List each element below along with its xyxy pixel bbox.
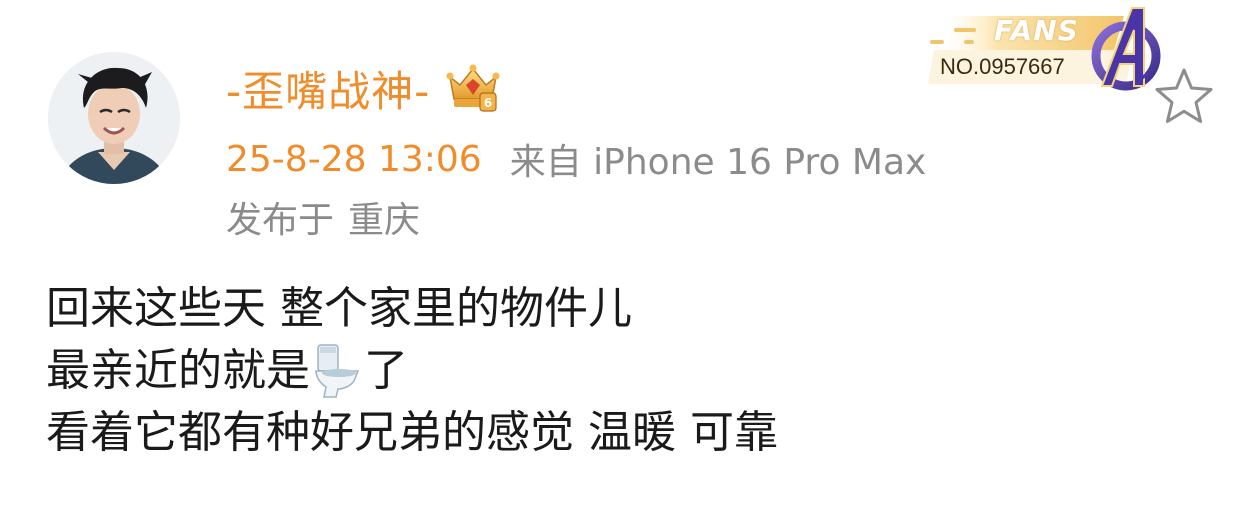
svg-text:6: 6 bbox=[484, 96, 492, 110]
fans-number: NO.0957667 bbox=[940, 54, 1065, 79]
content-line-2-suffix: 了 bbox=[364, 345, 408, 396]
weibo-post: -歪嘴战神- 6 25-8-28 13:06 来自 iPhone 16 Pro … bbox=[0, 0, 1260, 513]
content-line-2: 最亲近的就是 了 bbox=[46, 340, 778, 402]
fans-title: FANS bbox=[994, 14, 1079, 47]
avatar-image bbox=[48, 52, 180, 184]
avatar[interactable] bbox=[48, 52, 180, 184]
post-meta: 25-8-28 13:06 来自 iPhone 16 Pro Max bbox=[226, 134, 926, 184]
toilet-emoji-icon bbox=[315, 344, 360, 398]
content-line-3: 看着它都有种好兄弟的感觉 温暖 可靠 bbox=[46, 407, 778, 458]
vip-crown-icon[interactable]: 6 bbox=[444, 63, 502, 113]
post-content: 回来这些天 整个家里的物件儿 最亲近的就是 了 看着它都有种好兄弟的感觉 温暖 … bbox=[46, 278, 778, 464]
post-source: 来自 iPhone 16 Pro Max bbox=[509, 142, 927, 183]
star-outline-icon[interactable] bbox=[1152, 66, 1216, 126]
fans-badge[interactable]: FANS NO.0957667 bbox=[924, 4, 1174, 96]
post-timestamp[interactable]: 25-8-28 13:06 bbox=[226, 139, 482, 180]
username[interactable]: -歪嘴战神- bbox=[226, 58, 430, 119]
location-value[interactable]: 重庆 bbox=[348, 191, 420, 243]
content-line-2-text: 最亲近的就是 bbox=[46, 345, 310, 396]
location-label: 发布于 bbox=[226, 200, 335, 241]
username-row: -歪嘴战神- 6 bbox=[226, 58, 502, 118]
post-location: 发布于 重庆 bbox=[226, 192, 420, 242]
content-line-1: 回来这些天 整个家里的物件儿 bbox=[46, 283, 632, 334]
